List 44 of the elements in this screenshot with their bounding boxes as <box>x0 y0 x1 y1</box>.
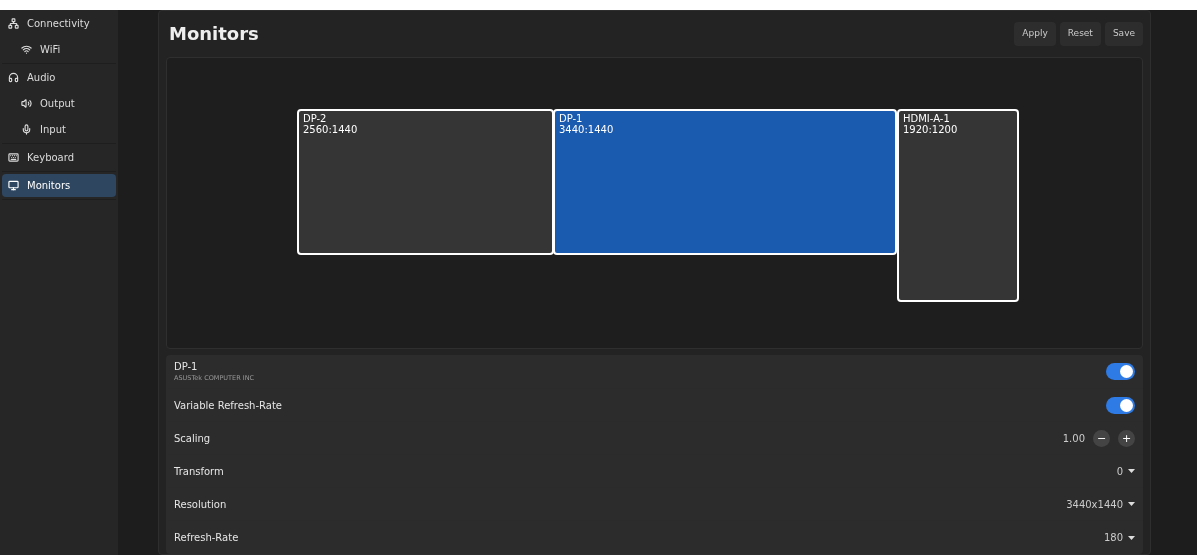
setting-label: Refresh-Rate <box>174 531 239 545</box>
monitor-icon <box>8 180 19 191</box>
monitor-name: HDMI-A-1 <box>903 112 951 124</box>
caret-icon <box>1128 469 1135 473</box>
microphone-icon <box>21 124 32 135</box>
dropdown[interactable]: 180 <box>1103 530 1135 545</box>
increase-button[interactable]: + <box>1118 429 1135 447</box>
headphones-icon <box>8 72 19 83</box>
sidebar-item[interactable]: Input <box>2 118 116 141</box>
sidebar-item[interactable]: WiFi <box>2 38 116 61</box>
sidebar-item[interactable]: Monitors <box>2 174 116 197</box>
sidebar-item[interactable]: Connectivity <box>2 12 116 35</box>
header-button[interactable]: Save <box>1104 21 1143 46</box>
sidebar-item[interactable]: Keyboard <box>2 146 116 169</box>
monitor-name: DP-1 <box>559 112 584 124</box>
dropdown[interactable]: 0 <box>1116 463 1135 479</box>
page-title: Monitors <box>168 22 259 47</box>
monitor-mode: 2560:1440 <box>303 123 359 135</box>
setting-label: DP-1 <box>174 360 199 375</box>
network-icon <box>8 18 19 29</box>
monitor-mode: 1920:1200 <box>903 123 959 135</box>
toggle-switch[interactable] <box>1106 363 1135 380</box>
scaling-value: 1.00 <box>1062 431 1085 446</box>
sidebar-item[interactable]: Audio <box>2 66 116 89</box>
caret-icon <box>1128 502 1135 506</box>
monitor-tile[interactable]: HDMI-A-1 1920:1200 <box>897 108 1019 302</box>
wifi-icon <box>21 44 32 55</box>
setting-label: Transform <box>174 464 224 479</box>
keyboard-icon <box>8 152 19 163</box>
monitor-tile[interactable]: DP-2 2560:1440 <box>297 108 554 255</box>
dropdown[interactable]: 3440x1440 <box>1066 496 1135 512</box>
caret-icon <box>1128 535 1135 540</box>
setting-label: Scaling <box>174 431 211 446</box>
setting-label: Resolution <box>174 497 227 512</box>
speaker-icon <box>21 98 32 109</box>
setting-label: Variable Refresh-Rate <box>174 398 282 413</box>
decrease-button[interactable]: − <box>1093 429 1110 447</box>
sidebar-item[interactable]: Output <box>2 92 116 115</box>
monitor-name: DP-2 <box>303 112 328 124</box>
header-button[interactable]: Apply <box>1014 21 1056 46</box>
monitor-mode: 3440:1440 <box>559 123 615 135</box>
header-button[interactable]: Reset <box>1059 21 1101 46</box>
monitor-tile[interactable]: DP-1 3440:1440 <box>553 108 897 255</box>
toggle-switch[interactable] <box>1106 396 1135 414</box>
